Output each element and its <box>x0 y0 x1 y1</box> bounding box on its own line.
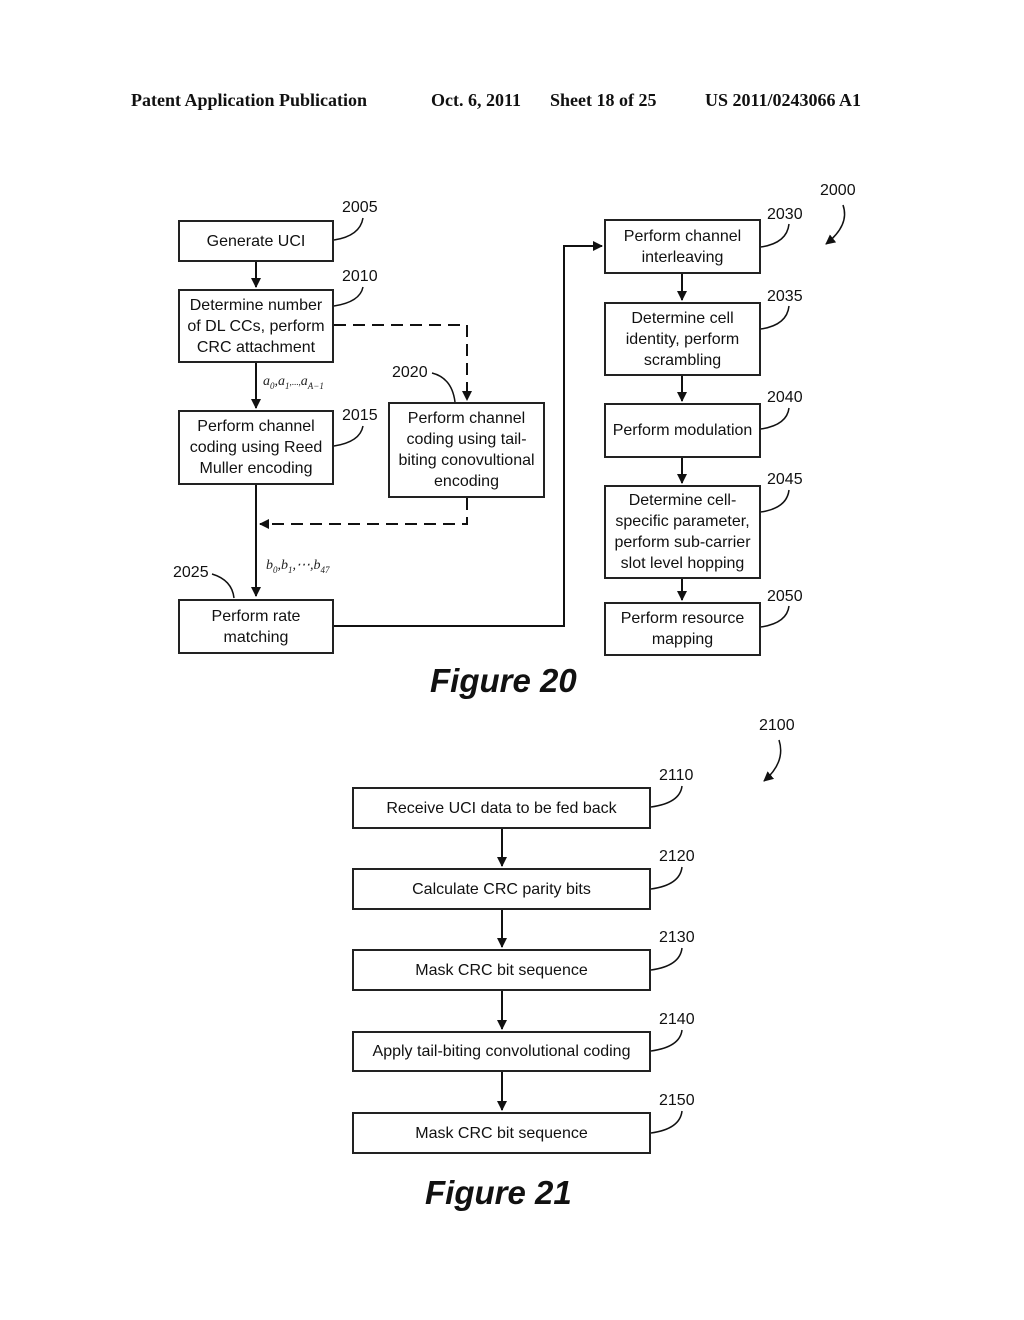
leader-2000 <box>825 204 846 245</box>
ref-2025: 2025 <box>173 564 209 581</box>
ref-2035: 2035 <box>767 288 803 305</box>
step-2140-box: Apply tail-biting convolutional coding <box>352 1031 651 1072</box>
leader-2140 <box>650 1029 683 1052</box>
leader-2025 <box>211 573 235 599</box>
ref-2015: 2015 <box>342 407 378 424</box>
leader-2030 <box>760 223 790 248</box>
ref-2100: 2100 <box>759 717 795 734</box>
step-2120-box: Calculate CRC parity bits <box>352 868 651 910</box>
ref-2030: 2030 <box>767 206 803 223</box>
ref-2010: 2010 <box>342 268 378 285</box>
ref-2020: 2020 <box>392 364 428 381</box>
ref-2045: 2045 <box>767 471 803 488</box>
step-2005-box: Generate UCI <box>178 220 334 262</box>
step-2130-box: Mask CRC bit sequence <box>352 949 651 991</box>
step-2035-box: Determine cell identity, perform scrambl… <box>604 302 761 376</box>
ref-2110: 2110 <box>659 767 694 784</box>
leader-2005 <box>333 217 364 241</box>
ref-2005: 2005 <box>342 199 378 216</box>
header-date: Oct. 6, 2011 <box>431 90 521 110</box>
leader-2130 <box>650 947 683 971</box>
step-2110-box: Receive UCI data to be fed back <box>352 787 651 829</box>
step-2150-box: Mask CRC bit sequence <box>352 1112 651 1154</box>
step-2050-box: Perform resource mapping <box>604 602 761 656</box>
ref-2140: 2140 <box>659 1011 695 1028</box>
header-publication: Patent Application Publication <box>131 90 368 110</box>
leader-2045 <box>760 489 790 513</box>
leader-2150 <box>650 1110 683 1134</box>
dashed-arrow-2010-2020 <box>334 324 472 401</box>
step-2010-box: Determine number of DL CCs, perform CRC … <box>178 289 334 363</box>
leader-2020 <box>431 372 456 403</box>
header-patent-number: US 2011/0243066 A1 <box>705 90 862 110</box>
dashed-arrow-2020-merge <box>259 498 468 529</box>
figure-20-label: Figure 20 <box>430 662 577 699</box>
leader-2035 <box>760 305 790 330</box>
ref-2130: 2130 <box>659 929 695 946</box>
step-2020-box: Perform channel coding using tail-biting… <box>388 402 545 498</box>
figure-21-label: Figure 21 <box>425 1174 572 1211</box>
header-sheet: Sheet 18 of 25 <box>550 90 657 110</box>
leader-2110 <box>650 785 683 808</box>
step-2015-box: Perform channel coding using Reed Muller… <box>178 410 334 485</box>
leader-2120 <box>650 866 683 890</box>
step-2045-box: Determine cell-specific parameter, perfo… <box>604 485 761 579</box>
leader-2010 <box>333 286 364 307</box>
step-2040-box: Perform modulation <box>604 403 761 458</box>
step-2030-box: Perform channel interleaving <box>604 219 761 274</box>
ref-2000: 2000 <box>820 182 856 199</box>
step-2025-box: Perform rate matching <box>178 599 334 654</box>
ref-2040: 2040 <box>767 389 803 406</box>
ref-2120: 2120 <box>659 848 695 865</box>
leader-2100 <box>763 739 782 782</box>
ref-2150: 2150 <box>659 1092 695 1109</box>
leader-2040 <box>760 407 790 430</box>
ref-2050: 2050 <box>767 588 803 605</box>
signal-a-label: a0,a1,...,aA−1 <box>263 374 324 391</box>
leader-2015 <box>333 425 364 447</box>
signal-b-label: b0,b1,⋯,b47 <box>266 558 330 575</box>
leader-2050 <box>760 605 790 628</box>
